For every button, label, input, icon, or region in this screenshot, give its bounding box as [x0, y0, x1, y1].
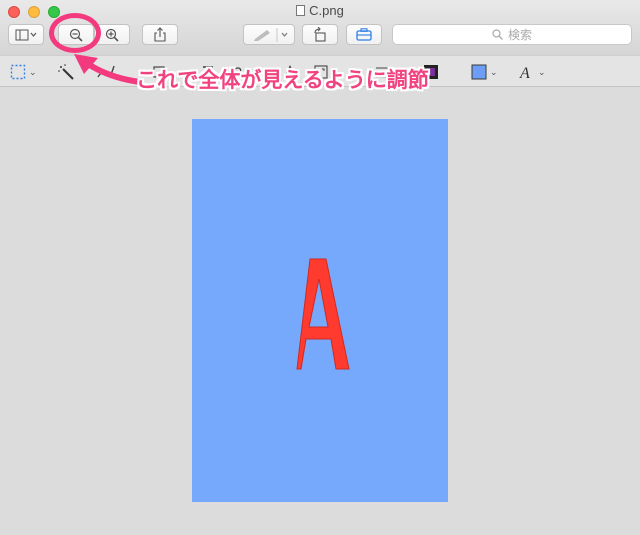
zoom-in-icon	[105, 28, 119, 42]
font-style-tool[interactable]: A ⌄	[519, 63, 546, 81]
font-style-icon: A	[519, 65, 530, 80]
annotation-text: これで全体が見えるように調節	[136, 69, 429, 92]
image-document: A	[192, 119, 448, 502]
fill-color-icon	[471, 64, 487, 80]
letter-a-graphic: A	[192, 119, 350, 370]
sidebar-button[interactable]	[8, 24, 44, 45]
sidebar-icon	[15, 29, 37, 40]
rotate-button[interactable]	[302, 24, 338, 45]
chevron-down-icon: ⌄	[538, 66, 546, 77]
selection-icon	[10, 64, 26, 80]
rotate-icon	[314, 27, 326, 42]
share-button[interactable]	[142, 24, 178, 45]
document-letter: A	[192, 119, 203, 123]
search-field[interactable]: 検索	[392, 24, 632, 45]
file-icon	[296, 5, 306, 16]
annotation-highlight-circle	[49, 13, 101, 53]
svg-text:A: A	[519, 65, 530, 80]
chevron-down-icon: ⌄	[29, 66, 37, 77]
pen-icon	[254, 27, 288, 42]
window-title: C.png	[0, 3, 640, 18]
search-placeholder: 検索	[507, 28, 532, 42]
selection-tool[interactable]: ⌄	[10, 63, 37, 81]
chevron-down-icon: ⌄	[490, 66, 498, 77]
toolbox-icon	[356, 28, 372, 41]
share-icon	[154, 27, 166, 42]
document-canvas: A	[0, 87, 640, 535]
fill-color-tool[interactable]: ⌄	[471, 63, 498, 81]
markup-toolbar-button[interactable]	[346, 24, 382, 45]
window-title-text: C.png	[309, 3, 344, 18]
markup-pen-button[interactable]	[243, 24, 295, 45]
search-icon	[492, 29, 503, 40]
